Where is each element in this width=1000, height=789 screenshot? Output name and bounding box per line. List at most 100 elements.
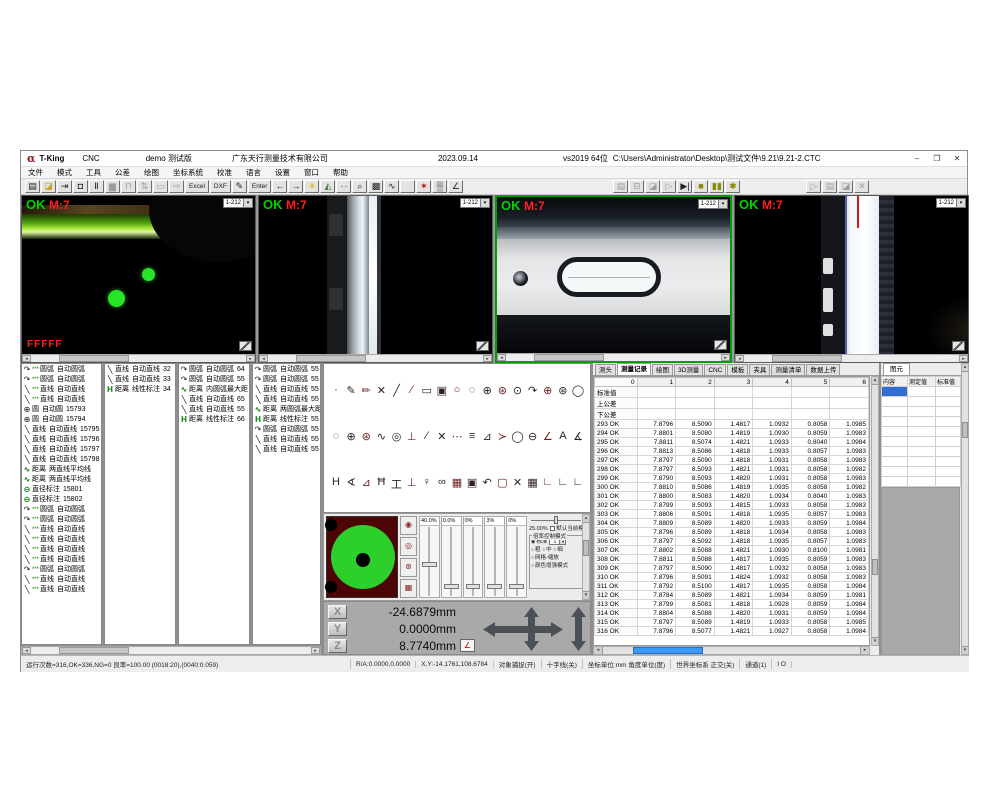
ring-light-button-2[interactable]: ◎ <box>400 537 417 556</box>
play-gray-button[interactable]: ▷ <box>661 180 676 193</box>
table-row[interactable]: 300 OK7.88108.50861.48191.09350.80581.09… <box>595 483 869 492</box>
feature-row[interactable]: H距离线性标注55 <box>253 415 320 425</box>
zoom-slider[interactable] <box>531 516 581 524</box>
feature-row[interactable]: ╲直线自动直线65 <box>179 395 249 405</box>
tool-icon[interactable]: ⊿ <box>480 430 494 443</box>
feature-row[interactable]: ∿距离两直线平均线 <box>22 475 101 485</box>
x-axis-button[interactable]: X <box>328 605 347 619</box>
feature-row[interactable]: ╲***直线自动直线 <box>22 535 101 545</box>
feature-row[interactable]: ╲直线自动直线15796 <box>22 435 101 445</box>
tolerance-row[interactable]: 标准值 <box>595 387 869 398</box>
tool-icon[interactable]: ∕ <box>420 430 434 443</box>
tool-icon[interactable]: ◯ <box>571 384 585 397</box>
scroll-down-icon[interactable]: ▾ <box>872 637 878 645</box>
tool-icon[interactable]: ↷ <box>526 384 540 397</box>
tool-icon[interactable]: ∟ <box>541 476 555 492</box>
camera-3-selected[interactable]: OK M:7 1-212 ▾ ◂ ▸ <box>495 195 732 363</box>
caliper-button[interactable]: Ⅱ <box>89 180 104 193</box>
feature-row[interactable]: ╲直线自动直线55 <box>253 385 320 395</box>
table-row[interactable]: 315 OK7.87978.50891.48191.09330.80581.09… <box>595 618 869 627</box>
light-slider-1[interactable]: 40.0% <box>419 516 440 598</box>
table-h-scrollbar[interactable]: ◂ ▸ <box>593 646 870 655</box>
slider-thumb[interactable] <box>444 584 459 589</box>
tab-模板[interactable]: 模板 <box>727 364 748 375</box>
radio-icon[interactable]: ○ <box>531 547 534 553</box>
scroll-down-icon[interactable]: ▾ <box>583 591 589 599</box>
stage-move-button[interactable]: ⇥ <box>57 180 72 193</box>
feature-row[interactable]: ⊕圆自动圆15793 <box>22 405 101 415</box>
table-row[interactable]: 304 OK7.88098.50891.48201.09330.80591.09… <box>595 519 869 528</box>
scroll-left-icon[interactable]: ◂ <box>735 355 744 362</box>
chevron-down-icon[interactable]: ▾ <box>243 199 252 207</box>
curve-tool-button[interactable]: ∿ <box>384 180 399 193</box>
close-aux-button[interactable]: ✕ <box>854 180 869 193</box>
elements-v-scrollbar[interactable]: ▴ ▾ <box>961 363 969 655</box>
dash-button[interactable]: - - <box>336 180 351 193</box>
camera-h-scrollbar[interactable]: ◂ ▸ <box>22 354 255 362</box>
list-item[interactable] <box>882 427 961 437</box>
table-v-scrollbar[interactable]: ▴ ▾ <box>871 376 879 646</box>
step-back-button[interactable]: ← <box>272 180 287 193</box>
tool-icon[interactable]: ▣ <box>435 384 449 397</box>
list-item[interactable] <box>882 387 961 397</box>
tool-icon[interactable]: ∠ <box>541 430 555 443</box>
feature-row[interactable]: ╲直线自动直线55 <box>253 395 320 405</box>
light-slider-5[interactable]: 0% <box>506 516 527 598</box>
feature-row[interactable]: ╲直线自动直线32 <box>105 365 175 375</box>
table-row[interactable]: 303 OK7.88068.50911.48181.09350.80571.09… <box>595 510 869 519</box>
tool-icon[interactable]: ⊛ <box>556 384 570 397</box>
menu-item-绘图[interactable]: 绘图 <box>137 167 166 178</box>
scroll-down-icon[interactable]: ▾ <box>962 646 968 654</box>
scroll-right-icon[interactable]: ▸ <box>959 355 968 362</box>
y-axis-button[interactable]: Y <box>328 622 347 636</box>
list-item[interactable] <box>882 447 961 457</box>
tool-icon[interactable]: ⊕ <box>480 384 494 397</box>
scroll-up-icon[interactable]: ▴ <box>962 364 968 372</box>
menu-item-文件[interactable]: 文件 <box>21 167 50 178</box>
scroll-right-icon[interactable]: ▸ <box>860 647 869 654</box>
camera-h-scrollbar[interactable]: ◂ ▸ <box>497 353 730 361</box>
feature-row[interactable]: ╲***直线自动直线 <box>22 585 101 595</box>
tool-icon[interactable]: ∞ <box>435 476 449 492</box>
tab-数据上传[interactable]: 数据上传 <box>806 364 840 375</box>
tool-icon[interactable]: ⊛ <box>495 384 509 397</box>
tab-CNC[interactable]: CNC <box>704 364 726 375</box>
slider-thumb[interactable] <box>554 516 558 524</box>
feature-list-2[interactable]: ╲直线自动直线32╲直线自动直线33H距离线性标注34 <box>104 363 176 645</box>
radio-icon[interactable]: ○ <box>553 547 556 553</box>
menu-item-工具[interactable]: 工具 <box>79 167 108 178</box>
menu-item-窗口[interactable]: 窗口 <box>297 167 326 178</box>
list-item[interactable] <box>882 467 961 477</box>
scroll-thumb[interactable] <box>59 647 129 654</box>
radio-icon[interactable]: ○ <box>531 555 534 561</box>
tool-icon[interactable]: ▢ <box>495 476 509 492</box>
tool-icon[interactable]: ◌ <box>465 384 479 397</box>
scroll-right-icon[interactable]: ▸ <box>483 355 492 362</box>
tab-elements[interactable]: 图元 <box>883 363 910 375</box>
print-run-button[interactable]: ⊟ <box>629 180 644 193</box>
pause-button[interactable]: ▮▮ <box>709 180 724 193</box>
feature-row[interactable]: ⊖直径标注15801 <box>22 485 101 495</box>
tool-icon[interactable]: · <box>329 384 343 397</box>
light-slider-3[interactable]: 0% <box>463 516 484 598</box>
menu-item-校准[interactable]: 校准 <box>210 167 239 178</box>
scroll-thumb[interactable] <box>296 355 366 362</box>
table-row[interactable]: 309 OK7.87978.50901.48171.09320.80581.09… <box>595 564 869 573</box>
tab-绘图[interactable]: 绘图 <box>652 364 673 375</box>
ring-light-button-3[interactable]: ⊛ <box>400 558 417 577</box>
feature-row[interactable]: ∿距离两圆弧最大距 <box>253 405 320 415</box>
feature-row[interactable]: ↷圆弧自动圆弧55 <box>179 375 249 385</box>
light-toggle-button[interactable]: ☀ <box>304 180 319 193</box>
scroll-thumb-blue[interactable] <box>633 647 703 654</box>
table-row[interactable]: 302 OK7.87998.50931.48151.09330.80581.09… <box>595 501 869 510</box>
table-row[interactable]: 306 OK7.87978.50921.48181.09350.80571.09… <box>595 537 869 546</box>
feature-list-4[interactable]: ↷圆弧自动圆弧55↷圆弧自动圆弧55╲直线自动直线55╲直线自动直线55∿距离两… <box>252 363 321 645</box>
tool-icon[interactable]: ⋯ <box>450 430 464 443</box>
maximize-button[interactable]: ❐ <box>927 151 947 166</box>
scroll-left-icon[interactable]: ◂ <box>22 355 31 362</box>
tool-icon[interactable]: ⊛ <box>359 430 373 443</box>
play-aux-button[interactable]: ▷ <box>806 180 821 193</box>
list-item[interactable] <box>882 397 961 407</box>
feature-row[interactable]: ↷***圆弧自动圆弧 <box>22 505 101 515</box>
z-axis-button[interactable]: Z <box>328 639 347 653</box>
